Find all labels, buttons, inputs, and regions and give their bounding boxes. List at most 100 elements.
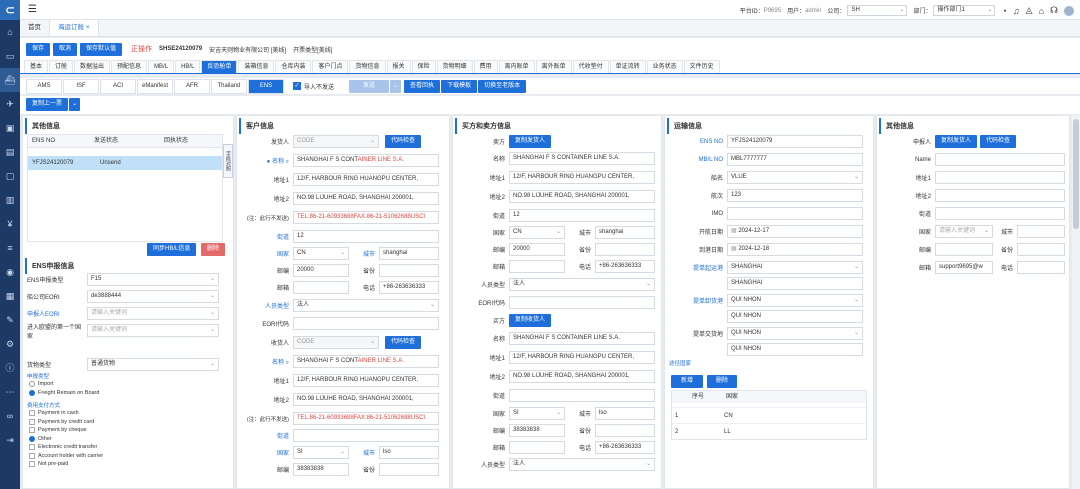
ens-tab-ens[interactable]: ENS bbox=[248, 78, 284, 94]
pay-method-option[interactable]: Payment by cheque bbox=[29, 427, 87, 433]
buyer-post-input[interactable]: 38383838 bbox=[509, 424, 565, 437]
add-via-button[interactable]: 新增 bbox=[671, 375, 703, 388]
consignee-code-select[interactable]: CODE ⌄ bbox=[293, 336, 379, 349]
chat-icon[interactable]: ◔ bbox=[1001, 6, 1006, 16]
filer-addr2-input[interactable] bbox=[935, 189, 1065, 202]
checkbox-icon[interactable] bbox=[29, 418, 35, 425]
sidebar-money-icon[interactable]: ¥ bbox=[0, 212, 20, 236]
sidebar-gear-icon[interactable]: ⚙ bbox=[0, 332, 20, 356]
ens-tab-thailand[interactable]: Thailand bbox=[211, 78, 247, 94]
filer-mail-input[interactable]: support9695@w bbox=[935, 261, 993, 274]
subtab-18[interactable]: 单证流转 bbox=[609, 60, 646, 73]
consignee-addr1-input[interactable]: 12/F, HARBOUR RING HUANGPU CENTER, bbox=[293, 374, 439, 387]
filer-post-input[interactable] bbox=[935, 243, 993, 256]
subtab-20[interactable]: 文件历史 bbox=[683, 60, 720, 73]
subtab-9[interactable]: 客户门点 bbox=[312, 60, 349, 73]
table-row[interactable]: 1 CN bbox=[672, 407, 866, 423]
checkbox-icon[interactable] bbox=[29, 461, 35, 467]
avatar[interactable] bbox=[1064, 5, 1074, 16]
shipper-addr1-input[interactable]: 12/F, HARBOUR RING HUANGPU CENTER, bbox=[293, 173, 439, 186]
buyer-city-input[interactable]: lso bbox=[595, 407, 655, 420]
filer-province-input[interactable] bbox=[1017, 243, 1065, 256]
checkbox-icon[interactable] bbox=[29, 410, 35, 416]
subtab-8[interactable]: 仓库内装 bbox=[275, 60, 312, 73]
consignee-city-input[interactable]: lso bbox=[379, 446, 439, 459]
subtab-17[interactable]: 代收垫付 bbox=[572, 60, 609, 73]
sidebar-list-icon[interactable]: ≡ bbox=[0, 236, 20, 260]
subtab-6[interactable]: 反恐舱单 bbox=[201, 60, 238, 73]
buyer-name-input[interactable]: SHANGHAI F S CONTAINER LINE S.A. bbox=[509, 332, 655, 345]
subtab-10[interactable]: 货物信息 bbox=[349, 60, 386, 73]
send-dropdown-icon[interactable]: ⌄ bbox=[390, 79, 402, 93]
save-default-button[interactable]: 保存默认值 bbox=[80, 42, 123, 56]
decl-type-frob[interactable]: Freight Remain on Board bbox=[29, 390, 99, 396]
cancel-button[interactable]: 取消 bbox=[53, 42, 78, 56]
subtab-12[interactable]: 保险 bbox=[411, 60, 436, 73]
eta-date-input[interactable]: ▦ 2024-12-18 bbox=[727, 243, 863, 256]
consignee-post-input[interactable]: 38383838 bbox=[293, 463, 349, 476]
copy-prev-dropdown-icon[interactable]: ⌄ bbox=[69, 98, 81, 111]
ens-type-select[interactable]: F15 ⌄ bbox=[87, 273, 219, 286]
ens-tab-isf[interactable]: ISF bbox=[63, 78, 99, 94]
shipper-code-check-button[interactable]: 代码检查 bbox=[385, 135, 422, 148]
buyer-country-select[interactable]: SI ⌄ bbox=[509, 407, 565, 420]
ens-tab-afr[interactable]: AFR bbox=[174, 78, 210, 94]
shipper-post-input[interactable]: 20000 bbox=[293, 264, 349, 277]
imo-input[interactable] bbox=[727, 207, 863, 220]
ens-no-input[interactable]: YFJS24120079 bbox=[727, 135, 863, 148]
sidebar-chart-icon[interactable]: ▥ bbox=[0, 188, 20, 212]
checkbox-icon[interactable] bbox=[29, 427, 35, 433]
checkbox-icon[interactable] bbox=[29, 444, 35, 450]
entry-country-select[interactable]: 请输入关键词 ⌄ bbox=[87, 324, 219, 337]
subtab-5[interactable]: HB/L bbox=[175, 60, 201, 73]
pay-method-option[interactable]: Payment in cash bbox=[29, 410, 79, 416]
copy-shipper-button[interactable]: 复制发货人 bbox=[509, 135, 552, 148]
seller-addr2-input[interactable]: NO.98 LIJUHE ROAD, SHANGHAI 200001, bbox=[509, 190, 655, 203]
company-select[interactable]: SH ⌄ bbox=[847, 5, 908, 16]
dept-select[interactable]: 操作部门1 ⌄ bbox=[933, 5, 996, 16]
import-no-send-checkbox[interactable]: ✓ bbox=[293, 82, 301, 90]
consignee-note-input[interactable]: TEL:86-21-60933688FAX:86-21-51062688USCI bbox=[293, 412, 439, 425]
filer-city-input[interactable] bbox=[1017, 225, 1065, 238]
buyer-addr1-input[interactable]: 12/F, HARBOUR RING HUANGPU CENTER, bbox=[509, 351, 655, 364]
filer-eori-select[interactable]: 请输入关键词 ⌄ bbox=[87, 307, 219, 320]
vessel-select[interactable]: VLUE ⌄ bbox=[727, 171, 863, 184]
subtab-19[interactable]: 业务状态 bbox=[646, 60, 683, 73]
seller-post-input[interactable]: 20000 bbox=[509, 243, 565, 256]
shipper-street-input[interactable]: 12 bbox=[293, 230, 439, 243]
table-row[interactable]: YFJS24120079 Unsend bbox=[28, 156, 222, 170]
seller-eori-input[interactable] bbox=[509, 296, 655, 309]
tab-sea-booking[interactable]: 海运订舱 × bbox=[50, 20, 99, 36]
ens-tab-aci[interactable]: ACI bbox=[100, 78, 136, 94]
sidebar-box-icon[interactable]: ▢ bbox=[0, 164, 20, 188]
shipper-mail-input[interactable] bbox=[293, 281, 349, 294]
subtab-1[interactable]: 订舱 bbox=[49, 60, 74, 73]
shipper-city-input[interactable]: shanghai bbox=[379, 247, 439, 260]
sidebar-ship-icon[interactable]: ⛴ bbox=[0, 68, 20, 92]
subtab-0[interactable]: 基本 bbox=[24, 60, 49, 73]
filer-addr1-input[interactable] bbox=[935, 171, 1065, 184]
consignee-country-select[interactable]: SI ⌄ bbox=[293, 446, 349, 459]
seller-mail-input[interactable] bbox=[509, 260, 565, 273]
subtab-4[interactable]: MB/L bbox=[148, 60, 175, 73]
delete-via-button[interactable]: 删除 bbox=[707, 375, 737, 388]
pol-select[interactable]: SHANGHAI ⌄ bbox=[727, 261, 863, 274]
buyer-addr2-input[interactable]: NO.98 LIJUHE ROAD, SHANGHAI 200001, bbox=[509, 370, 655, 383]
shipper-code-select[interactable]: CODE ⌄ bbox=[293, 135, 379, 148]
table-row[interactable]: 2 LL bbox=[672, 423, 866, 439]
shipper-note-input[interactable]: TEL:86-21-60933688FAX:86-21-51062688USCI bbox=[293, 211, 439, 224]
copy-prev-button[interactable]: 复制上一票 bbox=[26, 98, 69, 111]
download-template-button[interactable]: 下载模板 bbox=[441, 79, 478, 93]
pay-method-option[interactable]: Electronic credit transfer bbox=[29, 444, 97, 450]
shipper-eori-input[interactable] bbox=[293, 317, 439, 330]
pol-name-input[interactable]: SHANGHAI bbox=[727, 277, 863, 290]
seller-country-select[interactable]: CN ⌄ bbox=[509, 226, 565, 239]
pod-select[interactable]: QUI NHON ⌄ bbox=[727, 294, 863, 307]
switch-old-version-button[interactable]: 切换至老版本 bbox=[478, 79, 527, 93]
pay-method-option[interactable]: Account holder with carrier bbox=[29, 452, 103, 459]
consignee-province-input[interactable] bbox=[379, 463, 439, 476]
buyer-mail-input[interactable] bbox=[509, 441, 565, 454]
buyer-ptype-select[interactable]: 法人 ⌄ bbox=[509, 458, 655, 471]
scrollbar[interactable] bbox=[1072, 115, 1080, 489]
subtab-14[interactable]: 费用 bbox=[473, 60, 498, 73]
